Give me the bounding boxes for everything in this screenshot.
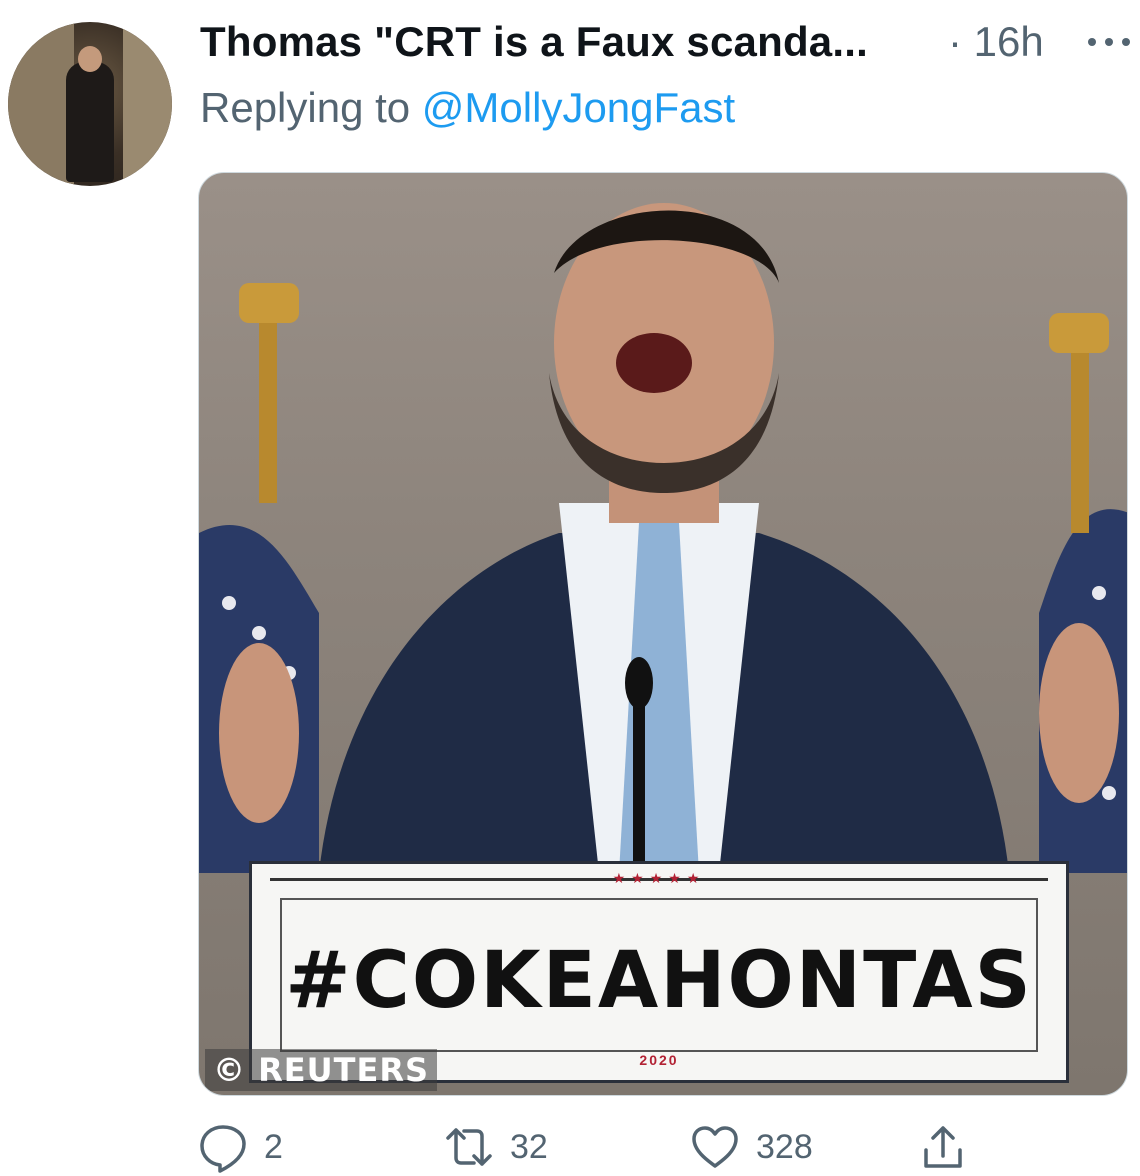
share-icon xyxy=(924,1126,962,1168)
avatar-head xyxy=(78,46,102,72)
tweet-image[interactable]: ★★★★★ #COKEAHONTAS 2020 © REUTERS xyxy=(198,172,1128,1096)
retweet-count: 32 xyxy=(510,1127,548,1166)
timestamp[interactable]: 16h xyxy=(974,18,1044,65)
more-dots-icon[interactable] xyxy=(1082,22,1136,62)
share-button[interactable] xyxy=(916,1118,970,1176)
podium-stars: ★★★★★ xyxy=(612,870,706,886)
reply-icon xyxy=(200,1125,246,1173)
tweet-actions: 2 32 328 xyxy=(0,1118,1140,1176)
retweet-button[interactable]: 32 xyxy=(442,1118,548,1176)
avatar-background-right xyxy=(122,22,172,186)
replying-to: Replying to @MollyJongFast xyxy=(200,84,735,132)
avatar-figure xyxy=(66,62,114,182)
photo-credit: © REUTERS xyxy=(205,1049,437,1091)
tweet-meta: · 16h xyxy=(948,18,1044,66)
like-icon xyxy=(692,1126,738,1168)
reply-handle-link[interactable]: @MollyJongFast xyxy=(422,84,735,131)
like-count: 328 xyxy=(756,1127,813,1166)
meta-separator: · xyxy=(948,18,962,65)
retweet-icon xyxy=(446,1128,492,1166)
podium-hashtag-text: #COKEAHONTAS xyxy=(285,936,1033,1026)
avatar-background xyxy=(8,22,74,186)
like-button[interactable]: 328 xyxy=(688,1118,813,1176)
replying-to-label: Replying to xyxy=(200,84,411,131)
avatar[interactable] xyxy=(8,22,172,186)
reply-button[interactable]: 2 xyxy=(196,1118,283,1176)
display-name[interactable]: Thomas "CRT is a Faux scanda... xyxy=(200,18,868,66)
reply-count: 2 xyxy=(264,1127,283,1166)
